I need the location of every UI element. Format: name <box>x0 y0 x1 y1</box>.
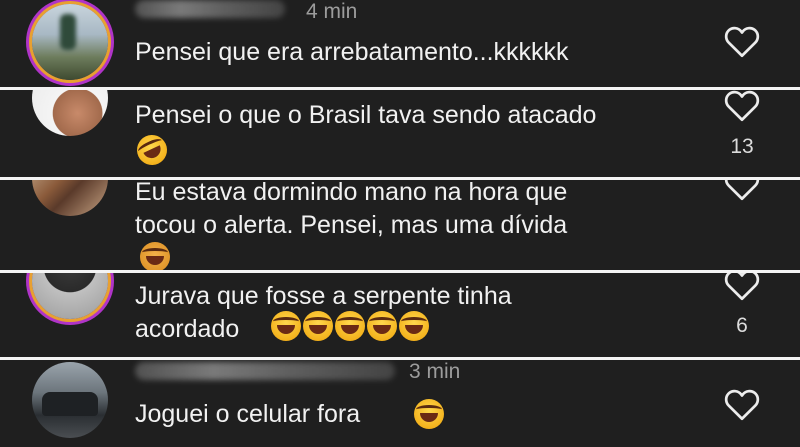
comment-time: 4 min <box>306 0 358 23</box>
comment-time: 3 min <box>409 360 461 383</box>
like-count: 6 <box>736 314 748 337</box>
emoji-row <box>271 311 429 341</box>
comment-text: Pensei que era arrebatamento...kkkkkk <box>135 38 569 66</box>
username-blurred[interactable] <box>135 362 395 380</box>
comment-item-5: 3 min Joguei o celular fora <box>0 360 800 447</box>
tears-of-joy-emoji <box>271 311 301 341</box>
comment-text: Joguei o celular fora <box>135 400 361 428</box>
emoji-row <box>132 130 172 170</box>
comment-item-1: 4 min Pensei que era arrebatamento...kkk… <box>0 0 800 87</box>
tears-of-joy-emoji <box>303 311 333 341</box>
comment-item-3: Eu estava dormindo mano na hora que toco… <box>0 180 800 270</box>
comment-item-4: Jurava que fosse a serpente tinha acorda… <box>0 273 800 357</box>
heart-icon[interactable] <box>724 273 760 301</box>
tears-of-joy-emoji <box>335 311 365 341</box>
heart-icon[interactable] <box>724 90 760 122</box>
heart-icon[interactable] <box>724 180 760 201</box>
like-count: 13 <box>730 135 754 158</box>
heart-icon[interactable] <box>724 388 760 421</box>
avatar[interactable] <box>32 180 108 216</box>
heart-icon[interactable] <box>724 25 760 58</box>
avatar[interactable] <box>32 273 108 319</box>
tears-of-joy-emoji <box>367 311 397 341</box>
person-emoji <box>140 242 170 270</box>
avatar[interactable] <box>32 4 108 80</box>
username-blurred[interactable] <box>135 0 285 18</box>
emoji-row <box>140 242 170 270</box>
rolling-laughing-emoji <box>132 130 172 170</box>
comment-text: Pensei o que o Brasil tava sendo atacado <box>135 101 597 129</box>
tears-of-joy-emoji <box>399 311 429 341</box>
emoji-row <box>414 399 444 429</box>
comment-text: Eu estava dormindo mano na hora que toco… <box>135 180 568 239</box>
avatar[interactable] <box>32 90 108 136</box>
comment-item-2: Pensei o que o Brasil tava sendo atacado… <box>0 90 800 177</box>
avatar[interactable] <box>32 362 108 438</box>
tears-of-joy-emoji <box>414 399 444 429</box>
